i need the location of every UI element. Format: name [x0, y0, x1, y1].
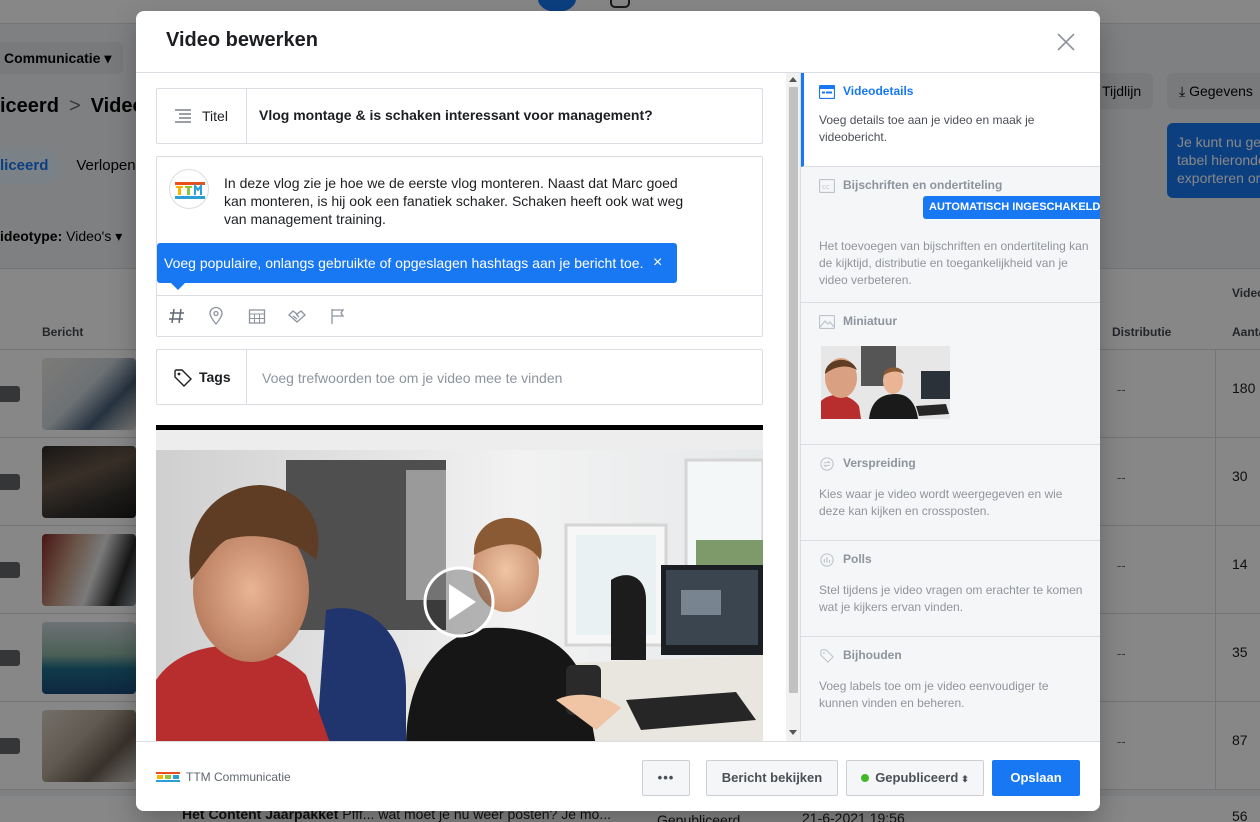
section-thumbnail[interactable]: Miniatuur: [801, 303, 1100, 445]
section-polls[interactable]: Polls Stel tijdens je video vragen om er…: [801, 541, 1100, 637]
section-tracking[interactable]: Bijhouden Voeg labels toe om je video ee…: [801, 637, 1100, 741]
scrollbar[interactable]: [786, 73, 800, 741]
tags-field: Tags: [156, 349, 763, 405]
scroll-down-icon[interactable]: [789, 730, 797, 735]
close-button[interactable]: [1054, 30, 1078, 54]
hashtag-icon[interactable]: [167, 306, 187, 326]
auto-enabled-badge: AUTOMATISCH INGESCHAKELD: [923, 196, 1100, 219]
section-distribution[interactable]: Verspreiding Kies waar je video wordt we…: [801, 445, 1100, 541]
title-label-cell: Titel: [157, 89, 247, 143]
status-label: Gepubliceerd: [875, 770, 959, 785]
tooltip-arrow: [171, 283, 185, 290]
description-toolbar: [157, 295, 762, 336]
save-label: Opslaan: [1010, 770, 1062, 785]
view-post-button[interactable]: Bericht bekijken: [706, 760, 838, 796]
tooltip-close-icon[interactable]: ×: [653, 243, 662, 283]
dialog-footer: TTM Communicatie ••• Bericht bekijken Ge…: [136, 741, 1100, 811]
hashtag-tooltip: Voeg populaire, onlangs gebruikte of opg…: [157, 243, 677, 290]
description-field[interactable]: In deze vlog zie je hoe we de eerste vlo…: [156, 156, 763, 337]
section-title: Videodetails: [843, 84, 914, 98]
view-post-label: Bericht bekijken: [721, 770, 823, 785]
section-description: Voeg details toe aan je video en maak je…: [819, 113, 1035, 144]
section-captions[interactable]: cc Bijschriften en ondertiteling AUTOMAT…: [801, 167, 1100, 303]
flag-icon[interactable]: [328, 306, 348, 326]
page-name: TTM Communicatie: [186, 770, 291, 784]
sort-arrows-icon: ⬍: [961, 774, 969, 784]
tags-label-cell: Tags: [157, 350, 247, 404]
image-icon: [819, 315, 835, 329]
scrollbar-thumb[interactable]: [789, 87, 798, 693]
calendar-icon[interactable]: [247, 306, 267, 326]
section-title: Miniatuur: [843, 314, 897, 328]
more-icon: •••: [657, 770, 675, 785]
section-description: Voeg labels toe om je video eenvoudiger …: [819, 679, 1049, 710]
share-icon: [820, 457, 834, 471]
video-details-form: Titel Vlog montage & is schaken interess…: [136, 73, 786, 741]
section-title: Polls: [843, 552, 872, 566]
thumbnail-preview[interactable]: [821, 346, 950, 419]
page-avatar: [169, 169, 209, 209]
location-icon[interactable]: [206, 306, 226, 326]
description-text[interactable]: In deze vlog zie je hoe we de eerste vlo…: [224, 174, 699, 228]
edit-video-dialog: Video bewerken Titel Vlog montage & is s…: [136, 11, 1100, 811]
video-preview[interactable]: [156, 425, 763, 741]
scroll-up-icon[interactable]: [789, 77, 797, 82]
dialog-header: Video bewerken: [136, 11, 1100, 73]
label-icon: [820, 649, 834, 663]
hashtag-tooltip-text: Voeg populaire, onlangs gebruikte of opg…: [164, 255, 644, 271]
section-title: Bijhouden: [843, 648, 902, 662]
text-lines-icon: [175, 109, 191, 123]
section-video-details[interactable]: Videodetails Voeg details toe aan je vid…: [801, 73, 1100, 167]
settings-sidebar: Videodetails Voeg details toe aan je vid…: [800, 73, 1100, 741]
save-button[interactable]: Opslaan: [992, 760, 1080, 796]
section-description: Het toevoegen van bijschriften en ondert…: [819, 239, 1089, 287]
published-status-icon: [861, 774, 870, 782]
section-title: Bijschriften en ondertiteling: [843, 178, 1003, 192]
section-description: Kies waar je video wordt weergegeven en …: [819, 487, 1063, 518]
dialog-title: Video bewerken: [166, 29, 318, 51]
close-icon: [1057, 33, 1075, 51]
title-label: Titel: [202, 108, 228, 124]
thumbnail-image: [821, 346, 950, 419]
title-input[interactable]: Vlog montage & is schaken interessant vo…: [259, 107, 653, 123]
video-details-icon: [819, 85, 835, 99]
section-title: Verspreiding: [843, 456, 916, 470]
more-options-button[interactable]: •••: [642, 760, 690, 796]
ttm-logo: [175, 182, 205, 199]
tags-input[interactable]: [262, 370, 752, 386]
handshake-icon[interactable]: [287, 306, 307, 326]
tag-icon: [174, 369, 192, 387]
page-identity: TTM Communicatie: [156, 770, 291, 784]
status-selector[interactable]: Gepubliceerd ⬍: [846, 760, 984, 796]
title-field[interactable]: Titel Vlog montage & is schaken interess…: [156, 88, 763, 144]
ttm-logo: [156, 772, 180, 782]
video-frame: [156, 430, 763, 741]
section-description: Stel tijdens je video vragen om erachter…: [819, 583, 1083, 614]
poll-icon: [820, 553, 834, 567]
tags-label: Tags: [199, 369, 231, 385]
captions-icon: cc: [819, 179, 835, 193]
svg-text:cc: cc: [822, 183, 830, 191]
